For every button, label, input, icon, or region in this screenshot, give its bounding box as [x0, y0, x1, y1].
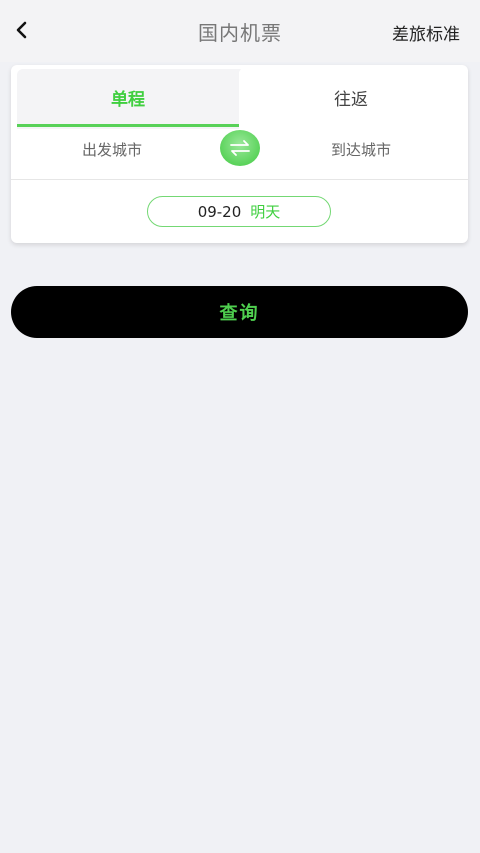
travel-standard-link[interactable]: 差旅标准	[392, 20, 460, 45]
tab-round-trip[interactable]: 往返	[251, 85, 451, 110]
search-button[interactable]: 查询	[11, 286, 468, 338]
divider	[11, 179, 468, 180]
departure-date-selector[interactable]: 09-20 明天	[147, 196, 331, 227]
arrival-city-field[interactable]: 到达城市	[331, 139, 391, 160]
date-value: 09-20	[197, 202, 242, 221]
date-relative-label: 明天	[250, 203, 281, 221]
swap-arrows-icon	[230, 140, 250, 156]
app-header: 国内机票 差旅标准	[0, 0, 480, 62]
flight-search-card: 单程 往返 出发城市 到达城市 09-20 明天	[11, 65, 468, 243]
active-tab-underline	[17, 124, 239, 127]
swap-cities-button[interactable]	[220, 130, 260, 166]
departure-city-field[interactable]: 出发城市	[82, 139, 142, 160]
tab-one-way[interactable]: 单程	[17, 85, 239, 110]
